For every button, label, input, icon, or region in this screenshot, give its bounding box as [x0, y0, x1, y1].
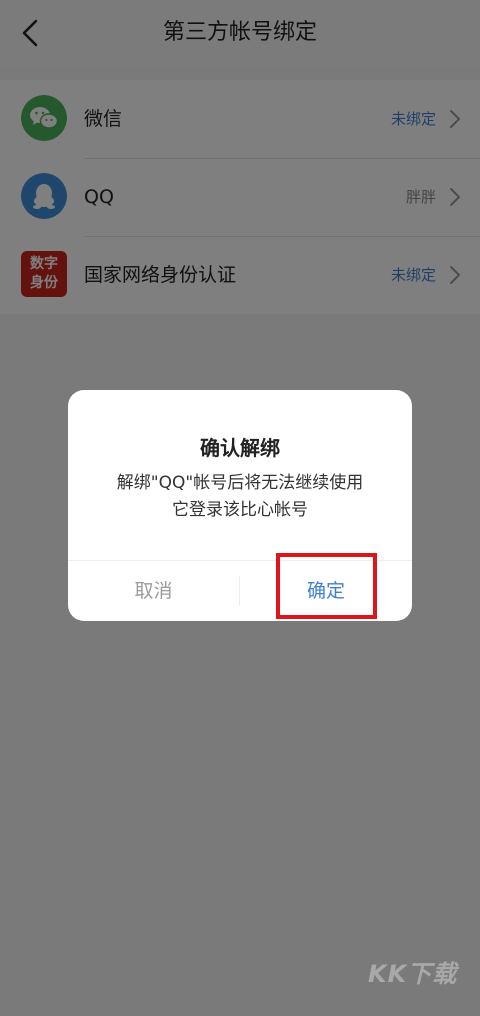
dialog-message: 解绑"QQ"帐号后将无法继续使用 它登录该比心帐号	[68, 470, 412, 524]
dialog-title: 确认解绑	[200, 436, 280, 460]
highlight-annotation	[276, 553, 377, 619]
watermark: KK下载	[368, 960, 458, 988]
dialog-message-line: 解绑"QQ"帐号后将无法继续使用	[116, 473, 364, 493]
dialog-message-line: 它登录该比心帐号	[172, 500, 308, 520]
cancel-button[interactable]: 取消	[68, 561, 239, 621]
